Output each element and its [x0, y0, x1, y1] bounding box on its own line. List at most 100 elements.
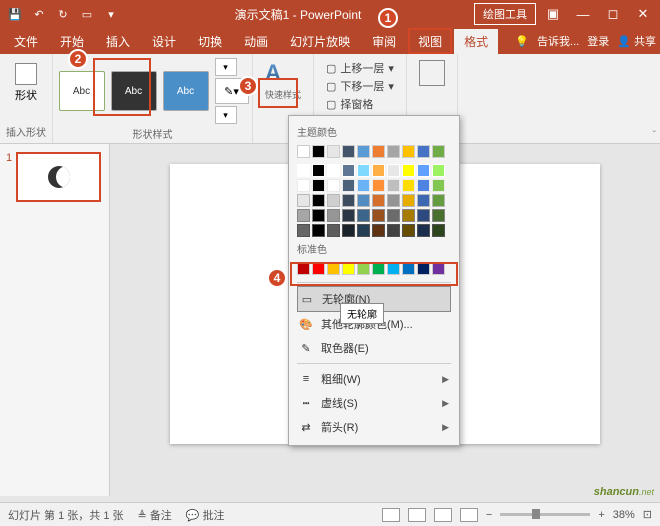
- start-show-icon[interactable]: ▭: [76, 3, 98, 25]
- color-swatch[interactable]: [297, 209, 310, 222]
- color-swatch[interactable]: [357, 224, 370, 237]
- color-swatch[interactable]: [417, 194, 430, 207]
- slide-thumbnail-1[interactable]: 1: [6, 152, 103, 202]
- redo-icon[interactable]: ↻: [52, 3, 74, 25]
- comments-button[interactable]: 💬 批注: [186, 507, 225, 523]
- color-swatch[interactable]: [342, 194, 355, 207]
- zoom-slider[interactable]: [500, 513, 590, 516]
- color-swatch[interactable]: [402, 179, 415, 192]
- color-swatch[interactable]: [342, 179, 355, 192]
- tell-me-label[interactable]: 告诉我...: [537, 33, 579, 49]
- reading-view-icon[interactable]: [434, 508, 452, 522]
- dashes-item[interactable]: ┅ 虚线(S) ▶: [297, 391, 451, 415]
- wordart-icon[interactable]: A: [265, 60, 301, 86]
- tab-review[interactable]: 审阅: [362, 29, 406, 54]
- shapes-gallery-button[interactable]: 形状: [7, 58, 45, 108]
- collapse-ribbon-icon[interactable]: ˇ: [653, 130, 656, 141]
- color-swatch[interactable]: [417, 262, 430, 275]
- color-swatch[interactable]: [357, 262, 370, 275]
- color-swatch[interactable]: [327, 209, 340, 222]
- color-swatch[interactable]: [402, 209, 415, 222]
- shape-style-gallery[interactable]: Abc Abc Abc: [57, 69, 211, 113]
- color-swatch[interactable]: [312, 262, 325, 275]
- login-link[interactable]: 登录: [587, 33, 609, 49]
- color-swatch[interactable]: [372, 145, 385, 158]
- notes-button[interactable]: ≜ 备注: [138, 507, 172, 523]
- tab-format[interactable]: 格式: [454, 29, 498, 54]
- color-swatch[interactable]: [402, 194, 415, 207]
- style-preset-2[interactable]: Abc: [111, 71, 157, 111]
- color-swatch[interactable]: [327, 164, 340, 177]
- color-swatch[interactable]: [402, 164, 415, 177]
- color-swatch[interactable]: [297, 262, 310, 275]
- restore-icon[interactable]: ◻: [600, 3, 626, 25]
- eyedropper-item[interactable]: ✎ 取色器(E): [297, 336, 451, 360]
- zoom-out-icon[interactable]: −: [486, 509, 492, 521]
- color-swatch[interactable]: [387, 145, 400, 158]
- color-swatch[interactable]: [297, 179, 310, 192]
- bring-forward-button[interactable]: ▢ 上移一层 ▾: [326, 60, 394, 76]
- shape-fill-button[interactable]: ▾: [215, 58, 237, 76]
- selection-pane-button[interactable]: ▢ 择窗格: [326, 96, 394, 112]
- color-swatch[interactable]: [372, 262, 385, 275]
- undo-icon[interactable]: ↶: [28, 3, 50, 25]
- weight-item[interactable]: ≡ 粗细(W) ▶: [297, 367, 451, 391]
- size-icon[interactable]: [419, 60, 445, 86]
- zoom-level[interactable]: 38%: [613, 509, 635, 521]
- color-swatch[interactable]: [417, 179, 430, 192]
- color-swatch[interactable]: [342, 209, 355, 222]
- color-swatch[interactable]: [387, 224, 400, 237]
- color-swatch[interactable]: [327, 262, 340, 275]
- color-swatch[interactable]: [312, 145, 325, 158]
- tab-view[interactable]: 视图: [408, 29, 452, 54]
- color-swatch[interactable]: [432, 209, 445, 222]
- color-swatch[interactable]: [432, 194, 445, 207]
- color-swatch[interactable]: [372, 209, 385, 222]
- color-swatch[interactable]: [402, 145, 415, 158]
- color-swatch[interactable]: [432, 224, 445, 237]
- color-swatch[interactable]: [417, 224, 430, 237]
- tab-slideshow[interactable]: 幻灯片放映: [280, 29, 360, 54]
- color-swatch[interactable]: [312, 209, 325, 222]
- color-swatch[interactable]: [312, 224, 325, 237]
- color-swatch[interactable]: [327, 145, 340, 158]
- qat-more-icon[interactable]: ▾: [100, 3, 122, 25]
- close-icon[interactable]: ✕: [630, 3, 656, 25]
- style-preset-1[interactable]: Abc: [59, 71, 105, 111]
- color-swatch[interactable]: [387, 262, 400, 275]
- color-swatch[interactable]: [342, 164, 355, 177]
- color-swatch[interactable]: [297, 164, 310, 177]
- fit-window-icon[interactable]: ⊡: [643, 508, 652, 521]
- color-swatch[interactable]: [387, 209, 400, 222]
- color-swatch[interactable]: [297, 194, 310, 207]
- tell-me-icon[interactable]: 💡: [515, 35, 529, 48]
- tab-design[interactable]: 设计: [142, 29, 186, 54]
- color-swatch[interactable]: [372, 179, 385, 192]
- color-swatch[interactable]: [387, 164, 400, 177]
- color-swatch[interactable]: [402, 224, 415, 237]
- color-swatch[interactable]: [432, 164, 445, 177]
- tab-transitions[interactable]: 切换: [188, 29, 232, 54]
- color-swatch[interactable]: [432, 262, 445, 275]
- color-swatch[interactable]: [387, 179, 400, 192]
- color-swatch[interactable]: [312, 179, 325, 192]
- color-swatch[interactable]: [342, 145, 355, 158]
- arrows-item[interactable]: ⇄ 箭头(R) ▶: [297, 415, 451, 439]
- color-swatch[interactable]: [417, 145, 430, 158]
- color-swatch[interactable]: [417, 164, 430, 177]
- color-swatch[interactable]: [432, 145, 445, 158]
- color-swatch[interactable]: [297, 224, 310, 237]
- color-swatch[interactable]: [402, 262, 415, 275]
- save-icon[interactable]: 💾: [4, 3, 26, 25]
- color-swatch[interactable]: [312, 194, 325, 207]
- color-swatch[interactable]: [372, 164, 385, 177]
- normal-view-icon[interactable]: [382, 508, 400, 522]
- tab-insert[interactable]: 插入: [96, 29, 140, 54]
- color-swatch[interactable]: [387, 194, 400, 207]
- ribbon-options-icon[interactable]: ▣: [540, 3, 566, 25]
- zoom-in-icon[interactable]: +: [598, 509, 604, 521]
- color-swatch[interactable]: [327, 194, 340, 207]
- color-swatch[interactable]: [357, 194, 370, 207]
- color-swatch[interactable]: [342, 262, 355, 275]
- color-swatch[interactable]: [312, 164, 325, 177]
